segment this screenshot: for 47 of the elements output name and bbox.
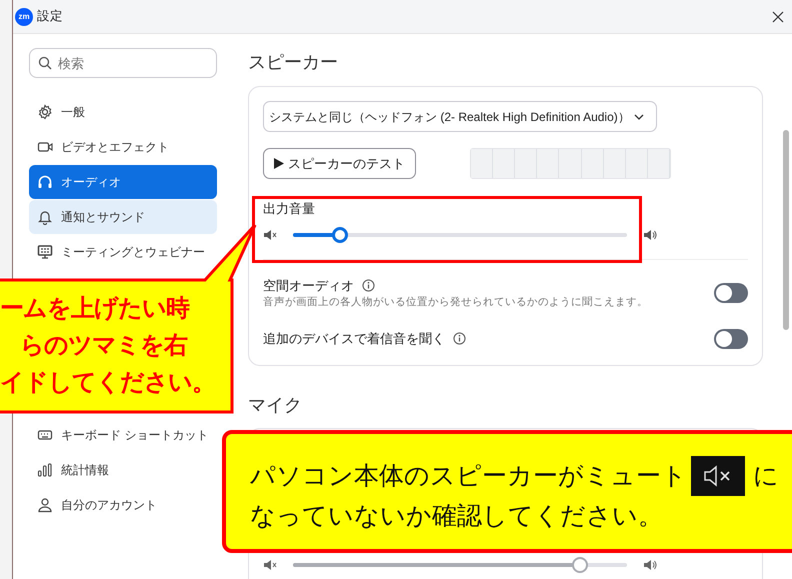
slider-thumb[interactable]	[572, 556, 588, 573]
close-icon[interactable]	[772, 10, 784, 22]
info-icon[interactable]	[453, 332, 466, 346]
monitor-icon	[37, 244, 53, 260]
speaker-loud-icon	[643, 228, 657, 240]
scrollbar-thumb[interactable]	[783, 130, 789, 330]
search-icon	[38, 56, 52, 70]
headphones-icon	[37, 174, 53, 190]
sidebar-item[interactable]: 一般	[29, 95, 217, 129]
callout-text: らのツマミを右	[19, 331, 188, 361]
chevron-down-icon	[634, 114, 644, 120]
toggle-switch[interactable]	[714, 283, 748, 304]
sidebar-item[interactable]: 通知とサウンド	[29, 200, 217, 234]
sidebar-item[interactable]: ビデオとエフェクト	[29, 130, 217, 164]
speaker-mute-icon	[263, 558, 277, 571]
sidebar-item[interactable]: キーボード ショートカット	[29, 418, 217, 452]
option-label: 追加のデバイスで着信音を聞く	[263, 330, 445, 348]
bell-icon	[37, 209, 53, 225]
section-heading: スピーカー	[248, 51, 339, 71]
callout-text: なっていないか確認してください。	[250, 501, 664, 532]
sidebar-item[interactable]: オーディオ	[29, 165, 217, 199]
callout-text: パソコン本体のスピーカーがミュート	[250, 461, 687, 492]
option-label: 空間オーディオ	[263, 276, 354, 294]
callout-text: に	[753, 461, 779, 492]
info-icon[interactable]	[362, 278, 375, 292]
play-icon	[274, 158, 284, 169]
speaker-loud-icon	[643, 558, 657, 571]
sidebar-item[interactable]: 統計情報	[29, 453, 217, 487]
gear-icon	[37, 104, 53, 120]
callout-text: ームを上げたい時	[0, 294, 190, 324]
dropdown-value: システムと同じ（ヘッドフォン (2- Realtek High Definition Audio)）	[269, 108, 630, 126]
test-speaker-button[interactable]: スピーカーのテスト	[263, 148, 416, 179]
callout-text: イドしてください。	[0, 368, 216, 398]
toggle-switch[interactable]	[714, 328, 748, 349]
slider-thumb[interactable]	[332, 226, 348, 242]
sidebar-item[interactable]: 自分のアカウント	[29, 488, 217, 522]
device-dropdown[interactable]: システムと同じ（ヘッドフォン (2- Realtek High Definition Audio)）	[263, 101, 657, 132]
search-field[interactable]: 検索	[29, 48, 217, 78]
option-description: 音声が画面上の各人物がいる位置から発せられているかのように聞こえます。	[263, 295, 648, 310]
person-icon	[37, 497, 53, 513]
section-heading: マイク	[248, 394, 303, 414]
speaker-mute-icon	[263, 228, 277, 240]
field-label: 出力音量	[263, 200, 316, 218]
bar-chart-icon	[37, 462, 53, 478]
sidebar-item[interactable]: ミーティングとウェビナー	[29, 235, 217, 269]
window-title: 設定	[37, 8, 63, 26]
app-logo: zm	[15, 8, 33, 26]
